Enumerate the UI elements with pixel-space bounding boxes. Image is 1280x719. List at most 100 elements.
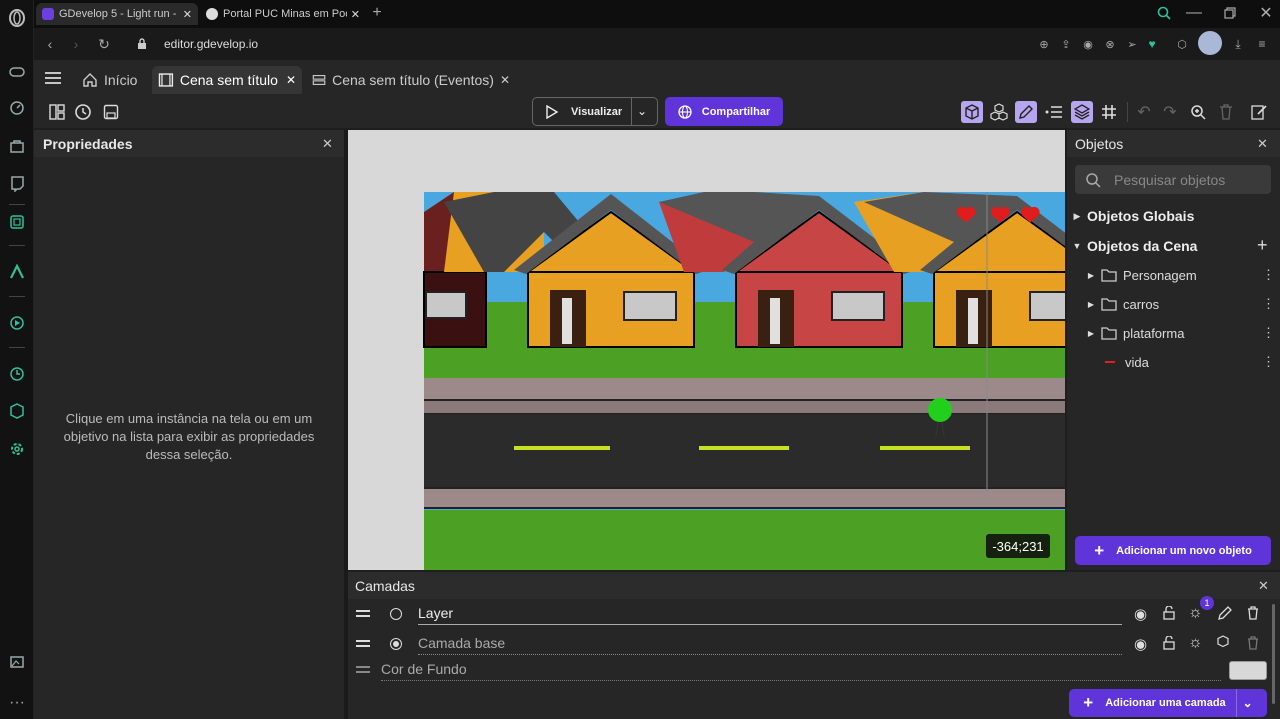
scene-objects-folder[interactable]: ▼ Objetos da Cena + [1067, 232, 1280, 260]
chevron-down-icon[interactable]: ▼ [1067, 241, 1087, 251]
chevron-down-icon[interactable]: ⌄ [1243, 696, 1253, 710]
add-layer-button[interactable]: + Adicionar uma camada ⌄ [1069, 689, 1267, 717]
more-icon[interactable]: ··· [7, 693, 27, 713]
lighting-icon[interactable]: ☼ [1188, 634, 1203, 652]
more-options-icon[interactable]: ⋮ [1262, 354, 1275, 370]
cube-icon[interactable]: ⬡ [1174, 36, 1190, 52]
shop-icon[interactable] [7, 136, 27, 156]
chevron-right-icon[interactable]: ▶ [1081, 271, 1101, 280]
chevron-right-icon[interactable]: ▶ [1067, 211, 1087, 222]
layer-row-base[interactable]: Camada base ◉ ☼ [348, 630, 1280, 658]
radio-selected-icon[interactable] [390, 638, 402, 650]
hamburger-menu-icon[interactable] [44, 70, 62, 86]
restore-icon[interactable] [1222, 5, 1238, 21]
url-field[interactable]: editor.gdevelop.io [164, 37, 258, 51]
screenshot-icon[interactable] [7, 652, 27, 672]
heart-icon[interactable]: ♥ [1144, 36, 1160, 52]
object-folder-plataforma[interactable]: ▶ plataforma ⋮ [1067, 319, 1280, 347]
menu-icon[interactable]: ≡ [1254, 36, 1270, 52]
new-tab-icon[interactable]: + [368, 4, 386, 22]
unlock-icon[interactable] [1163, 606, 1175, 620]
adblock-icon[interactable]: ⊗ [1102, 36, 1118, 52]
object-item-vida[interactable]: vida ⋮ [1067, 348, 1280, 376]
properties-panel-icon[interactable] [1015, 101, 1037, 123]
edit-scene-icon[interactable] [1248, 101, 1270, 123]
chevron-right-icon[interactable]: ▶ [1081, 300, 1101, 309]
add-object-icon[interactable]: + [1257, 235, 1268, 256]
eye-icon[interactable]: ◉ [1134, 635, 1147, 653]
share-icon[interactable]: ⇪ [1058, 36, 1074, 52]
save-icon[interactable] [100, 101, 122, 123]
layer-name-field[interactable]: Layer [418, 605, 1122, 625]
radio-icon[interactable] [390, 608, 402, 620]
history-icon[interactable] [7, 364, 27, 384]
objects-panel-icon[interactable] [961, 101, 983, 123]
drag-handle-icon[interactable] [356, 640, 370, 642]
scene-canvas[interactable]: -364;231 [348, 130, 1065, 570]
background-color-swatch[interactable] [1229, 661, 1267, 680]
delete-icon[interactable] [1247, 636, 1259, 650]
delete-icon[interactable] [1247, 606, 1259, 620]
window-close-icon[interactable]: ✕ [1258, 5, 1274, 22]
preview-button[interactable]: Visualizar ⌄ [532, 97, 658, 126]
tab-events[interactable]: Cena sem título (Eventos) ✕ [306, 66, 516, 94]
game-scene-preview[interactable] [348, 130, 1065, 570]
download-icon[interactable]: ⤓ [1230, 36, 1246, 52]
player-icon[interactable] [7, 313, 27, 333]
forward-icon[interactable]: › [68, 36, 84, 52]
browser-tab-gdevelop[interactable]: GDevelop 5 - Light run - N ✕ [36, 3, 198, 25]
3d-layer-icon[interactable] [1216, 635, 1232, 651]
close-icon[interactable]: ✕ [1258, 578, 1269, 594]
edit-icon[interactable] [1218, 606, 1232, 620]
close-icon[interactable]: ✕ [1257, 136, 1268, 152]
search-objects-input[interactable]: Pesquisar objetos [1075, 165, 1271, 194]
send-icon[interactable]: ➢ [1124, 36, 1140, 52]
box-icon[interactable] [7, 401, 27, 421]
layer-name-field[interactable]: Camada base [418, 635, 1122, 655]
avatar[interactable] [1198, 31, 1222, 55]
chevron-down-icon[interactable]: ⌄ [637, 104, 647, 118]
object-folder-personagem[interactable]: ▶ Personagem ⋮ [1067, 261, 1280, 289]
gx-icon[interactable] [7, 212, 27, 232]
redo-icon[interactable]: ↷ [1159, 101, 1181, 123]
chevron-right-icon[interactable]: ▶ [1081, 329, 1101, 338]
layers-scrollbar[interactable] [1272, 604, 1275, 704]
eye-icon[interactable]: ◉ [1134, 605, 1147, 623]
back-icon[interactable]: ‹ [42, 36, 58, 52]
twitch-icon[interactable] [7, 174, 27, 194]
close-icon[interactable]: ✕ [322, 136, 333, 152]
tab-inicio[interactable]: Início [76, 66, 150, 94]
speed-icon[interactable] [7, 98, 27, 118]
more-options-icon[interactable]: ⋮ [1262, 325, 1275, 341]
camera-icon[interactable]: ◉ [1080, 36, 1096, 52]
object-folder-carros[interactable]: ▶ carros ⋮ [1067, 290, 1280, 318]
zoom-icon[interactable]: ⊕ [1036, 36, 1052, 52]
object-groups-icon[interactable] [988, 101, 1010, 123]
close-icon[interactable]: ✕ [183, 8, 192, 21]
more-options-icon[interactable]: ⋮ [1262, 267, 1275, 283]
settings-icon[interactable] [7, 439, 27, 459]
grid-icon[interactable] [1098, 101, 1120, 123]
share-button[interactable]: Compartilhar [665, 97, 783, 126]
zoom-icon[interactable] [1187, 101, 1209, 123]
drag-handle-icon[interactable] [356, 610, 370, 612]
history-icon[interactable] [72, 101, 94, 123]
aria-icon[interactable] [7, 262, 27, 282]
reload-icon[interactable]: ↻ [96, 36, 112, 52]
more-options-icon[interactable]: ⋮ [1262, 296, 1275, 312]
gamepad-icon[interactable] [7, 62, 27, 82]
global-objects-folder[interactable]: ▶ Objetos Globais [1067, 202, 1280, 230]
browser-tab-puc[interactable]: Portal PUC Minas em Poços ✕ [200, 3, 366, 25]
unlock-icon[interactable] [1163, 636, 1175, 650]
opera-logo-icon[interactable] [7, 8, 27, 28]
add-object-button[interactable]: + Adicionar um novo objeto [1075, 536, 1271, 565]
close-icon[interactable]: ✕ [286, 73, 296, 87]
close-icon[interactable]: ✕ [500, 73, 510, 87]
layer-row-layer[interactable]: Layer ◉ ☼ 1 [348, 596, 1280, 628]
search-icon[interactable] [1156, 5, 1172, 21]
delete-icon[interactable] [1215, 101, 1237, 123]
minimize-icon[interactable]: — [1186, 4, 1202, 21]
layers-panel-icon[interactable] [1071, 101, 1093, 123]
tab-scene[interactable]: Cena sem título ✕ [152, 66, 302, 94]
close-icon[interactable]: ✕ [351, 8, 360, 21]
